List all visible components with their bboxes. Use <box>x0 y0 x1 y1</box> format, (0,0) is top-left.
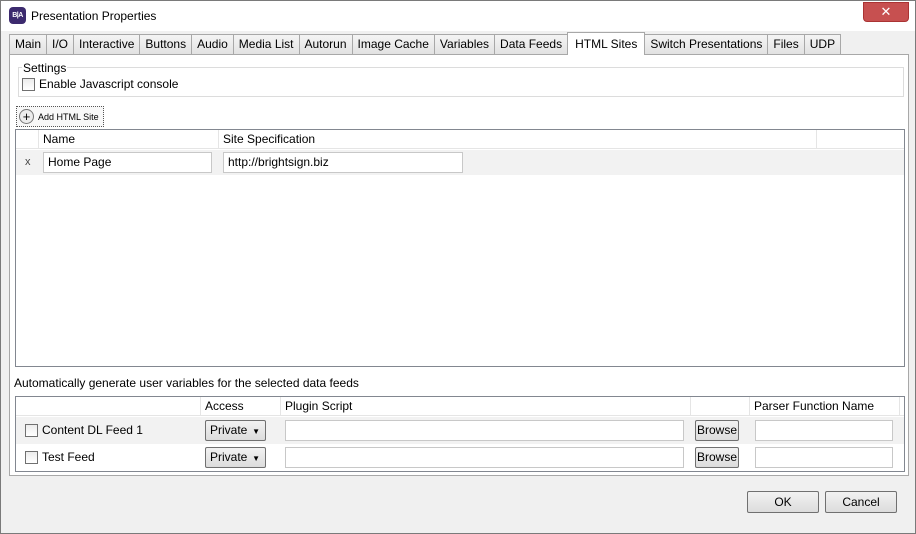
plugin-script-field[interactable] <box>285 420 684 441</box>
tab-image-cache[interactable]: Image Cache <box>351 34 435 55</box>
dialog-window: B|A Presentation Properties ✕ Main I/O I… <box>0 0 916 534</box>
app-icon: B|A <box>9 7 26 24</box>
dropdown-arrow-icon: ▼ <box>252 427 260 436</box>
access-value: Private <box>210 450 248 464</box>
add-html-site-label: Add HTML Site <box>38 111 99 122</box>
browse-button[interactable]: Browse <box>695 420 739 441</box>
delete-row-icon[interactable]: x <box>25 156 31 168</box>
feeds-header-name <box>16 397 201 416</box>
tab-switch-presentations[interactable]: Switch Presentations <box>644 34 769 55</box>
tab-files[interactable]: Files <box>767 34 805 55</box>
feeds-header-parser: Parser Function Name <box>750 397 900 416</box>
sites-header-delete <box>16 130 39 149</box>
tab-interactive[interactable]: Interactive <box>73 34 141 55</box>
html-sites-panel: Settings Enable Javascript console + Add… <box>9 54 909 476</box>
tab-data-feeds[interactable]: Data Feeds <box>494 34 569 55</box>
access-value: Private <box>210 423 248 437</box>
tab-autorun[interactable]: Autorun <box>298 34 353 55</box>
tab-bar: Main I/O Interactive Buttons Audio Media… <box>9 32 842 55</box>
list-item[interactable]: Content DL Feed 1 Private ▼ Browse <box>16 417 904 444</box>
feeds-section-label: Automatically generate user variables fo… <box>14 376 359 390</box>
title-bar: B|A Presentation Properties ✕ <box>1 1 915 31</box>
access-dropdown[interactable]: Private ▼ <box>205 447 266 468</box>
window-title: Presentation Properties <box>31 9 157 23</box>
browse-button[interactable]: Browse <box>695 447 739 468</box>
dropdown-arrow-icon: ▼ <box>252 454 260 463</box>
tab-udp[interactable]: UDP <box>803 34 842 55</box>
feed-checkbox[interactable] <box>25 451 38 464</box>
parser-function-field[interactable] <box>755 420 893 441</box>
tab-io[interactable]: I/O <box>46 34 75 55</box>
parser-function-field[interactable] <box>755 447 893 468</box>
tab-buttons[interactable]: Buttons <box>139 34 193 55</box>
sites-table-header: Name Site Specification <box>16 130 904 149</box>
feeds-header-access: Access <box>201 397 281 416</box>
close-button[interactable]: ✕ <box>863 2 909 22</box>
feed-name: Test Feed <box>42 450 95 464</box>
plugin-script-field[interactable] <box>285 447 684 468</box>
tab-html-sites[interactable]: HTML Sites <box>567 32 646 55</box>
tab-variables[interactable]: Variables <box>433 34 496 55</box>
access-dropdown[interactable]: Private ▼ <box>205 420 266 441</box>
tab-audio[interactable]: Audio <box>191 34 234 55</box>
tab-media-list[interactable]: Media List <box>232 34 300 55</box>
tab-main[interactable]: Main <box>9 34 48 55</box>
feed-name: Content DL Feed 1 <box>42 423 143 437</box>
js-console-checkbox[interactable] <box>22 77 35 91</box>
sites-header-spec: Site Specification <box>219 130 817 149</box>
list-item[interactable]: Test Feed Private ▼ Browse <box>16 444 904 471</box>
site-name-field[interactable]: Home Page <box>43 152 212 173</box>
data-feeds-table: Access Plugin Script Parser Function Nam… <box>15 396 905 472</box>
feeds-header-browse <box>691 397 750 416</box>
feeds-table-header: Access Plugin Script Parser Function Nam… <box>16 397 904 416</box>
ok-button[interactable]: OK <box>747 491 819 513</box>
html-sites-table: Name Site Specification x Home Page http… <box>15 129 905 367</box>
add-html-site-button[interactable]: + Add HTML Site <box>16 106 104 127</box>
cancel-button[interactable]: Cancel <box>825 491 897 513</box>
js-console-label: Enable Javascript console <box>39 77 179 91</box>
sites-header-name: Name <box>39 130 219 149</box>
feeds-header-plugin: Plugin Script <box>281 397 691 416</box>
plus-icon: + <box>19 109 34 124</box>
table-row[interactable]: x Home Page http://brightsign.biz <box>16 150 904 175</box>
js-console-option: Enable Javascript console <box>22 77 178 91</box>
feed-checkbox[interactable] <box>25 424 38 437</box>
settings-group-label: Settings <box>22 61 68 75</box>
site-spec-field[interactable]: http://brightsign.biz <box>223 152 463 173</box>
